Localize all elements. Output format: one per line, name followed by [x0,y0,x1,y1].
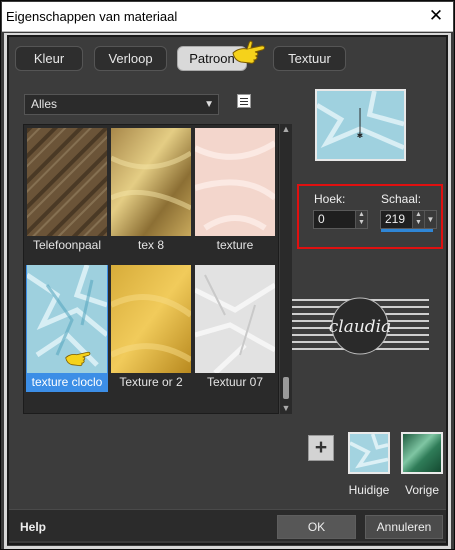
gallery-item-label: texture [216,238,254,252]
pointing-hand-icon [232,40,265,64]
gallery-item-label: tex 8 [137,238,164,252]
scale-label: Schaal: [381,192,422,206]
gallery-item-label: Textuur 07 [206,375,264,389]
list-view-icon[interactable] [237,94,251,108]
window-title: Eigenschappen van materiaal [6,9,178,24]
scale-stepper[interactable]: 219 ▲ ▼ ▼ [380,210,437,229]
title-bar: Eigenschappen van materiaal ✕ [2,2,453,32]
pink-texture-thumbnail [195,128,275,236]
gold-or-texture-thumbnail [111,265,191,373]
help-button[interactable]: Help [20,520,46,534]
pattern-gallery: Telefoonpaal tex 8 texture texture clocl… [23,124,279,414]
scale-value: 219 [385,212,406,226]
add-button[interactable]: + [308,435,334,461]
gallery-item[interactable]: tex 8 [110,128,192,255]
scroll-up-icon[interactable]: ▲ [280,124,292,134]
pattern-preview[interactable]: ✱ [315,89,406,161]
category-value: Alles [31,97,58,111]
material-properties-dialog: Eigenschappen van materiaal ✕ Kleur Verl… [0,0,455,550]
category-select[interactable]: Alles ▼ [24,94,219,115]
angle-stepper[interactable]: 0 ▲ ▼ [313,210,368,229]
scroll-down-icon[interactable]: ▼ [280,403,292,413]
chevron-down-icon: ▼ [204,99,214,110]
scale-slider-bar[interactable] [381,229,433,232]
svg-text:✱: ✱ [357,131,364,140]
stepper-arrows-icon[interactable]: ▲ ▼ [355,211,367,228]
gallery-item-label: texture cloclo [31,375,103,389]
current-swatch[interactable] [348,432,390,474]
ok-button[interactable]: OK [277,515,356,539]
gallery-item[interactable]: Textuur 07 [194,265,276,392]
scroll-thumb[interactable] [283,377,289,399]
gallery-item[interactable]: Texture or 2 [110,265,192,392]
current-label: Huidige [348,483,390,497]
svg-text:claudia: claudia [329,317,392,337]
close-icon[interactable]: ✕ [427,7,445,25]
chevron-down-icon[interactable]: ▼ [424,211,436,228]
pointing-hand-icon [65,351,91,367]
cancel-button[interactable]: Annuleren [365,515,443,539]
previous-label: Vorige [404,483,440,497]
gallery-item-label: Telefoonpaal [32,238,102,252]
previous-swatch[interactable] [401,432,443,474]
gallery-scrollbar[interactable]: ▲ ▼ [280,124,292,414]
gallery-item[interactable]: Telefoonpaal [26,128,108,255]
gallery-item[interactable]: texture [194,128,276,255]
tab-verloop[interactable]: Verloop [94,46,167,71]
tab-kleur[interactable]: Kleur [15,46,83,71]
white-texture-thumbnail [195,265,275,373]
angle-label: Hoek: [314,192,346,206]
tab-textuur[interactable]: Textuur [273,46,346,71]
gold-texture-thumbnail [111,128,191,236]
gallery-item-label: Texture or 2 [119,375,183,389]
watermark-logo: claudia [292,297,429,355]
wood-texture-thumbnail [27,128,107,236]
gallery-item-selected[interactable]: texture cloclo [26,265,108,392]
stepper-arrows-icon[interactable]: ▲ ▼ [412,211,424,228]
angle-value: 0 [318,212,325,226]
